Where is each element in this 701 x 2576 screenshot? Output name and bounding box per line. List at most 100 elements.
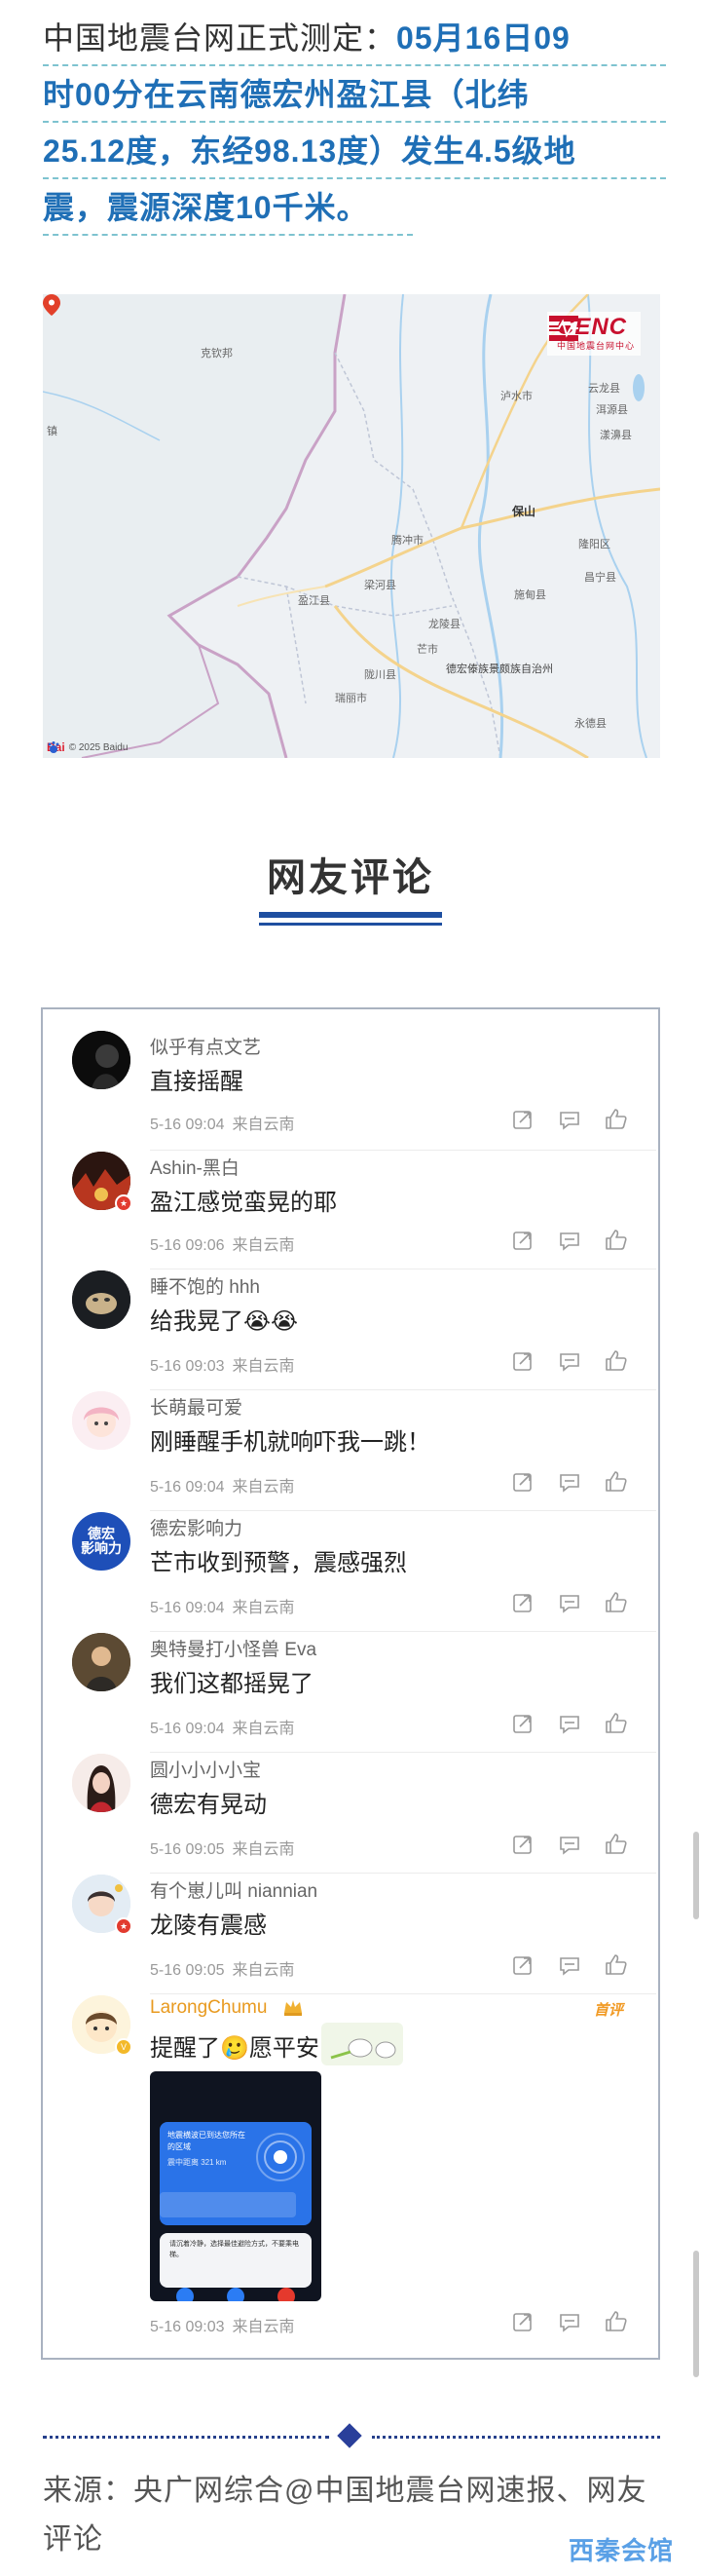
headline-line-2: 时00分在云南德宏州盈江县（北纬	[43, 70, 666, 123]
comment-divider	[150, 1389, 656, 1390]
radar-icon	[256, 2133, 305, 2181]
comment-username[interactable]: Ashin-黑白	[150, 1154, 240, 1180]
scrollbar-thumb[interactable]	[693, 1832, 699, 1919]
avatar[interactable]	[72, 1031, 130, 1089]
avatar[interactable]	[72, 1633, 130, 1691]
comment-location: 来自云南	[232, 1962, 295, 1979]
like-icon[interactable]	[604, 1832, 629, 1857]
map-label: 云龙县	[588, 383, 620, 395]
share-icon[interactable]	[510, 1711, 535, 1736]
reply-icon[interactable]	[557, 1107, 582, 1132]
comment-location: 来自云南	[232, 1721, 295, 1737]
avatar[interactable]: 德宏 影响力	[72, 1512, 130, 1571]
share-icon[interactable]	[510, 1952, 535, 1978]
comment-divider	[150, 1150, 656, 1151]
verified-badge-icon: ★	[115, 1194, 132, 1212]
avatar-image	[72, 1031, 130, 1089]
like-icon[interactable]	[604, 1711, 629, 1736]
share-icon[interactable]	[510, 1348, 535, 1374]
headline-line-1: 中国地震台网正式测定：05月16日09	[43, 14, 666, 66]
share-icon[interactable]	[510, 1832, 535, 1857]
comment-meta: 5-16 09:05 来自云南	[150, 1836, 295, 1859]
like-icon[interactable]	[604, 1952, 629, 1978]
reply-icon[interactable]	[557, 1348, 582, 1374]
comment-username[interactable]: 圆小小小小宝	[150, 1756, 261, 1782]
comment-username[interactable]: 德宏影响力	[150, 1514, 242, 1540]
comment-meta: 5-16 09:04 来自云南	[150, 1715, 295, 1738]
epicenter-map: 克钦邦 泸水市 云龙县 洱源县 漾濞县 保山 腾冲市 梁河县 盈江县 施甸县 龙…	[43, 294, 660, 758]
reply-icon[interactable]	[557, 1228, 582, 1253]
alert-button-1	[176, 2288, 194, 2301]
comment-divider	[150, 1510, 656, 1511]
comment-actions	[510, 1348, 637, 1374]
share-icon[interactable]	[510, 1590, 535, 1615]
avatar[interactable]	[72, 1270, 130, 1329]
comment-username[interactable]: LarongChumu	[150, 1997, 267, 2019]
comment-text: 我们这都摇晃了	[150, 1671, 314, 1697]
comment-text: 盈江感觉蛮晃的耶	[150, 1190, 337, 1216]
comment-divider	[150, 1631, 656, 1632]
headline-line-4: 震，震源深度10千米。	[43, 183, 413, 236]
avatar[interactable]	[72, 1754, 130, 1812]
comment-location: 来自云南	[232, 1237, 295, 1254]
like-icon[interactable]	[604, 1107, 629, 1132]
comment-meta: 5-16 09:06 来自云南	[150, 1231, 295, 1255]
comment-text: 直接摇醒	[150, 1069, 243, 1095]
reply-icon[interactable]	[557, 1469, 582, 1495]
avatar[interactable]	[72, 1391, 130, 1450]
share-icon[interactable]	[510, 2309, 535, 2334]
map-label: 芒市	[417, 644, 438, 656]
map-label: 德宏傣族景颇族自治州	[446, 663, 553, 675]
comment-time: 5-16 09:04	[150, 1117, 225, 1133]
comment-time: 5-16 09:06	[150, 1237, 225, 1254]
map-label: 镇	[47, 426, 57, 437]
comment-meta: 5-16 09:03 来自云南	[150, 2313, 295, 2336]
map-label: 梁河县	[364, 580, 396, 591]
map-label: 保山	[512, 505, 536, 518]
comment-text: 芒市收到预警，震感强烈	[150, 1550, 407, 1576]
reply-icon[interactable]	[557, 2309, 582, 2334]
comment-username[interactable]: 有个崽儿叫 niannian	[150, 1876, 317, 1903]
comment-time: 5-16 09:05	[150, 1841, 225, 1858]
share-icon[interactable]	[510, 1107, 535, 1132]
avatar-image	[72, 1391, 130, 1450]
comment-actions	[510, 1952, 637, 1978]
map-label: 隆阳区	[578, 539, 610, 550]
like-icon[interactable]	[604, 1348, 629, 1374]
comment-username[interactable]: 奥特曼打小怪兽 Eva	[150, 1635, 316, 1661]
headline: 中国地震台网正式测定：05月16日09 时00分在云南德宏州盈江县（北纬 25.…	[43, 14, 666, 240]
avatar-image	[72, 1754, 130, 1812]
reply-icon[interactable]	[557, 1590, 582, 1615]
comment-meta: 5-16 09:05 来自云南	[150, 1956, 295, 1980]
comment-text: 德宏有晃动	[150, 1792, 267, 1818]
like-icon[interactable]	[604, 1469, 629, 1495]
reply-icon[interactable]	[557, 1952, 582, 1978]
comment-time: 5-16 09:04	[150, 1600, 225, 1616]
map-label: 龙陵县	[428, 619, 461, 630]
watermark: 西秦会馆	[569, 2536, 675, 2565]
headline-plain: 中国地震台网正式测定：	[43, 20, 397, 56]
comment-username[interactable]: 似乎有点文艺	[150, 1033, 261, 1059]
comment-username[interactable]: 睡不饱的 hhh	[150, 1272, 260, 1299]
avatar-image	[72, 1633, 130, 1691]
alert-button-3	[277, 2288, 295, 2301]
comment-actions	[510, 2309, 637, 2334]
comment-location: 来自云南	[232, 1600, 295, 1616]
comment-username[interactable]: 长萌最可爱	[150, 1393, 242, 1420]
footer-diamond-icon	[337, 2423, 362, 2448]
reply-icon[interactable]	[557, 1832, 582, 1857]
like-icon[interactable]	[604, 2309, 629, 2334]
map-label: 漾濞县	[600, 430, 632, 441]
comment-actions	[510, 1228, 637, 1253]
comments-card: 似乎有点文艺 直接摇醒 5-16 09:04 来自云南 ★ Ashin-黑白 盈江…	[41, 1007, 660, 2360]
scrollbar-thumb[interactable]	[693, 2251, 699, 2377]
comment-location: 来自云南	[232, 1841, 295, 1858]
share-icon[interactable]	[510, 1469, 535, 1495]
like-icon[interactable]	[604, 1228, 629, 1253]
share-icon[interactable]	[510, 1228, 535, 1253]
reply-icon[interactable]	[557, 1711, 582, 1736]
like-icon[interactable]	[604, 1590, 629, 1615]
map-label: 施甸县	[514, 589, 546, 601]
headline-highlight: 05月16日09	[396, 20, 571, 56]
alert-screenshot[interactable]: 地震横波已到达您所在的区域 震中距离 321 km 请沉着冷静，选择最佳避险方式…	[150, 2071, 321, 2301]
